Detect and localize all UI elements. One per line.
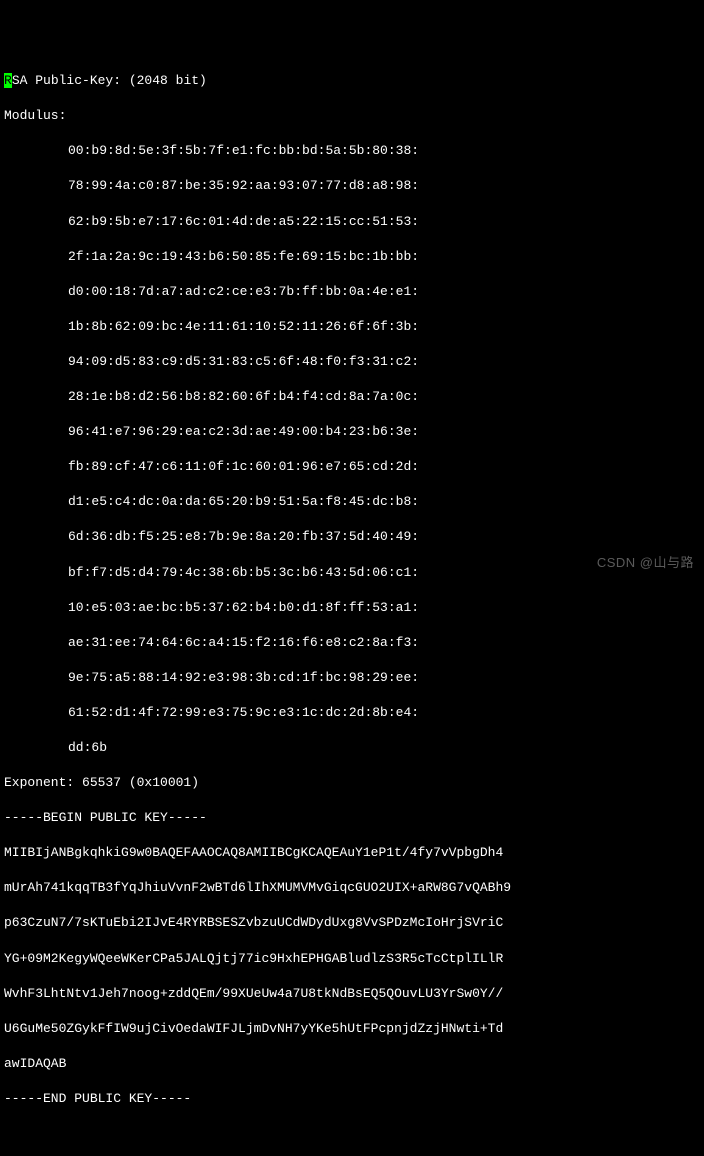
modulus-row: 6d:36:db:f5:25:e8:7b:9e:8a:20:fb:37:5d:4…	[4, 528, 700, 546]
modulus-row: 00:b9:8d:5e:3f:5b:7f:e1:fc:bb:bd:5a:5b:8…	[4, 142, 700, 160]
modulus-row: 61:52:d1:4f:72:99:e3:75:9c:e3:1c:dc:2d:8…	[4, 704, 700, 722]
modulus-row: 28:1e:b8:d2:56:b8:82:60:6f:b4:f4:cd:8a:7…	[4, 388, 700, 406]
pem-body-row: MIIBIjANBgkqhkiG9w0BAQEFAAOCAQ8AMIIBCgKC…	[4, 844, 700, 862]
modulus-row: bf:f7:d5:d4:79:4c:38:6b:b5:3c:b6:43:5d:0…	[4, 564, 700, 582]
key-type-rest: SA Public-Key: (2048 bit)	[12, 73, 207, 88]
modulus-row: 10:e5:03:ae:bc:b5:37:62:b4:b0:d1:8f:ff:5…	[4, 599, 700, 617]
modulus-row: 78:99:4a:c0:87:be:35:92:aa:93:07:77:d8:a…	[4, 177, 700, 195]
pem-body-row: YG+09M2KegyWQeeWKerCPa5JALQjtj77ic9HxhEP…	[4, 950, 700, 968]
pem-begin: -----BEGIN PUBLIC KEY-----	[4, 809, 700, 827]
pem-end: -----END PUBLIC KEY-----	[4, 1090, 700, 1108]
pem-body-row: U6GuMe50ZGykFfIW9ujCivOedaWIFJLjmDvNH7yY…	[4, 1020, 700, 1038]
watermark: CSDN @山与路	[597, 554, 694, 572]
modulus-row: 96:41:e7:96:29:ea:c2:3d:ae:49:00:b4:23:b…	[4, 423, 700, 441]
pem-body-row: mUrAh741kqqTB3fYqJhiuVvnF2wBTd6lIhXMUMVM…	[4, 879, 700, 897]
cursor: R	[4, 73, 12, 88]
exponent-line: Exponent: 65537 (0x10001)	[4, 774, 700, 792]
modulus-row: fb:89:cf:47:c6:11:0f:1c:60:01:96:e7:65:c…	[4, 458, 700, 476]
modulus-row: dd:6b	[4, 739, 700, 757]
modulus-row: 1b:8b:62:09:bc:4e:11:61:10:52:11:26:6f:6…	[4, 318, 700, 336]
modulus-row: d0:00:18:7d:a7:ad:c2:ce:e3:7b:ff:bb:0a:4…	[4, 283, 700, 301]
key-type-line: RSA Public-Key: (2048 bit)	[4, 72, 700, 90]
modulus-row: d1:e5:c4:dc:0a:da:65:20:b9:51:5a:f8:45:d…	[4, 493, 700, 511]
modulus-row: 2f:1a:2a:9c:19:43:b6:50:85:fe:69:15:bc:1…	[4, 248, 700, 266]
pem-body-row: WvhF3LhtNtv1Jeh7noog+zddQEm/99XUeUw4a7U8…	[4, 985, 700, 1003]
modulus-label: Modulus:	[4, 107, 700, 125]
modulus-row: 9e:75:a5:88:14:92:e3:98:3b:cd:1f:bc:98:2…	[4, 669, 700, 687]
pem-body-row: awIDAQAB	[4, 1055, 700, 1073]
modulus-row: 94:09:d5:83:c9:d5:31:83:c5:6f:48:f0:f3:3…	[4, 353, 700, 371]
pem-body-row: p63CzuN7/7sKTuEbi2IJvE4RYRBSESZvbzuUCdWD…	[4, 914, 700, 932]
modulus-row: ae:31:ee:74:64:6c:a4:15:f2:16:f6:e8:c2:8…	[4, 634, 700, 652]
modulus-row: 62:b9:5b:e7:17:6c:01:4d:de:a5:22:15:cc:5…	[4, 213, 700, 231]
